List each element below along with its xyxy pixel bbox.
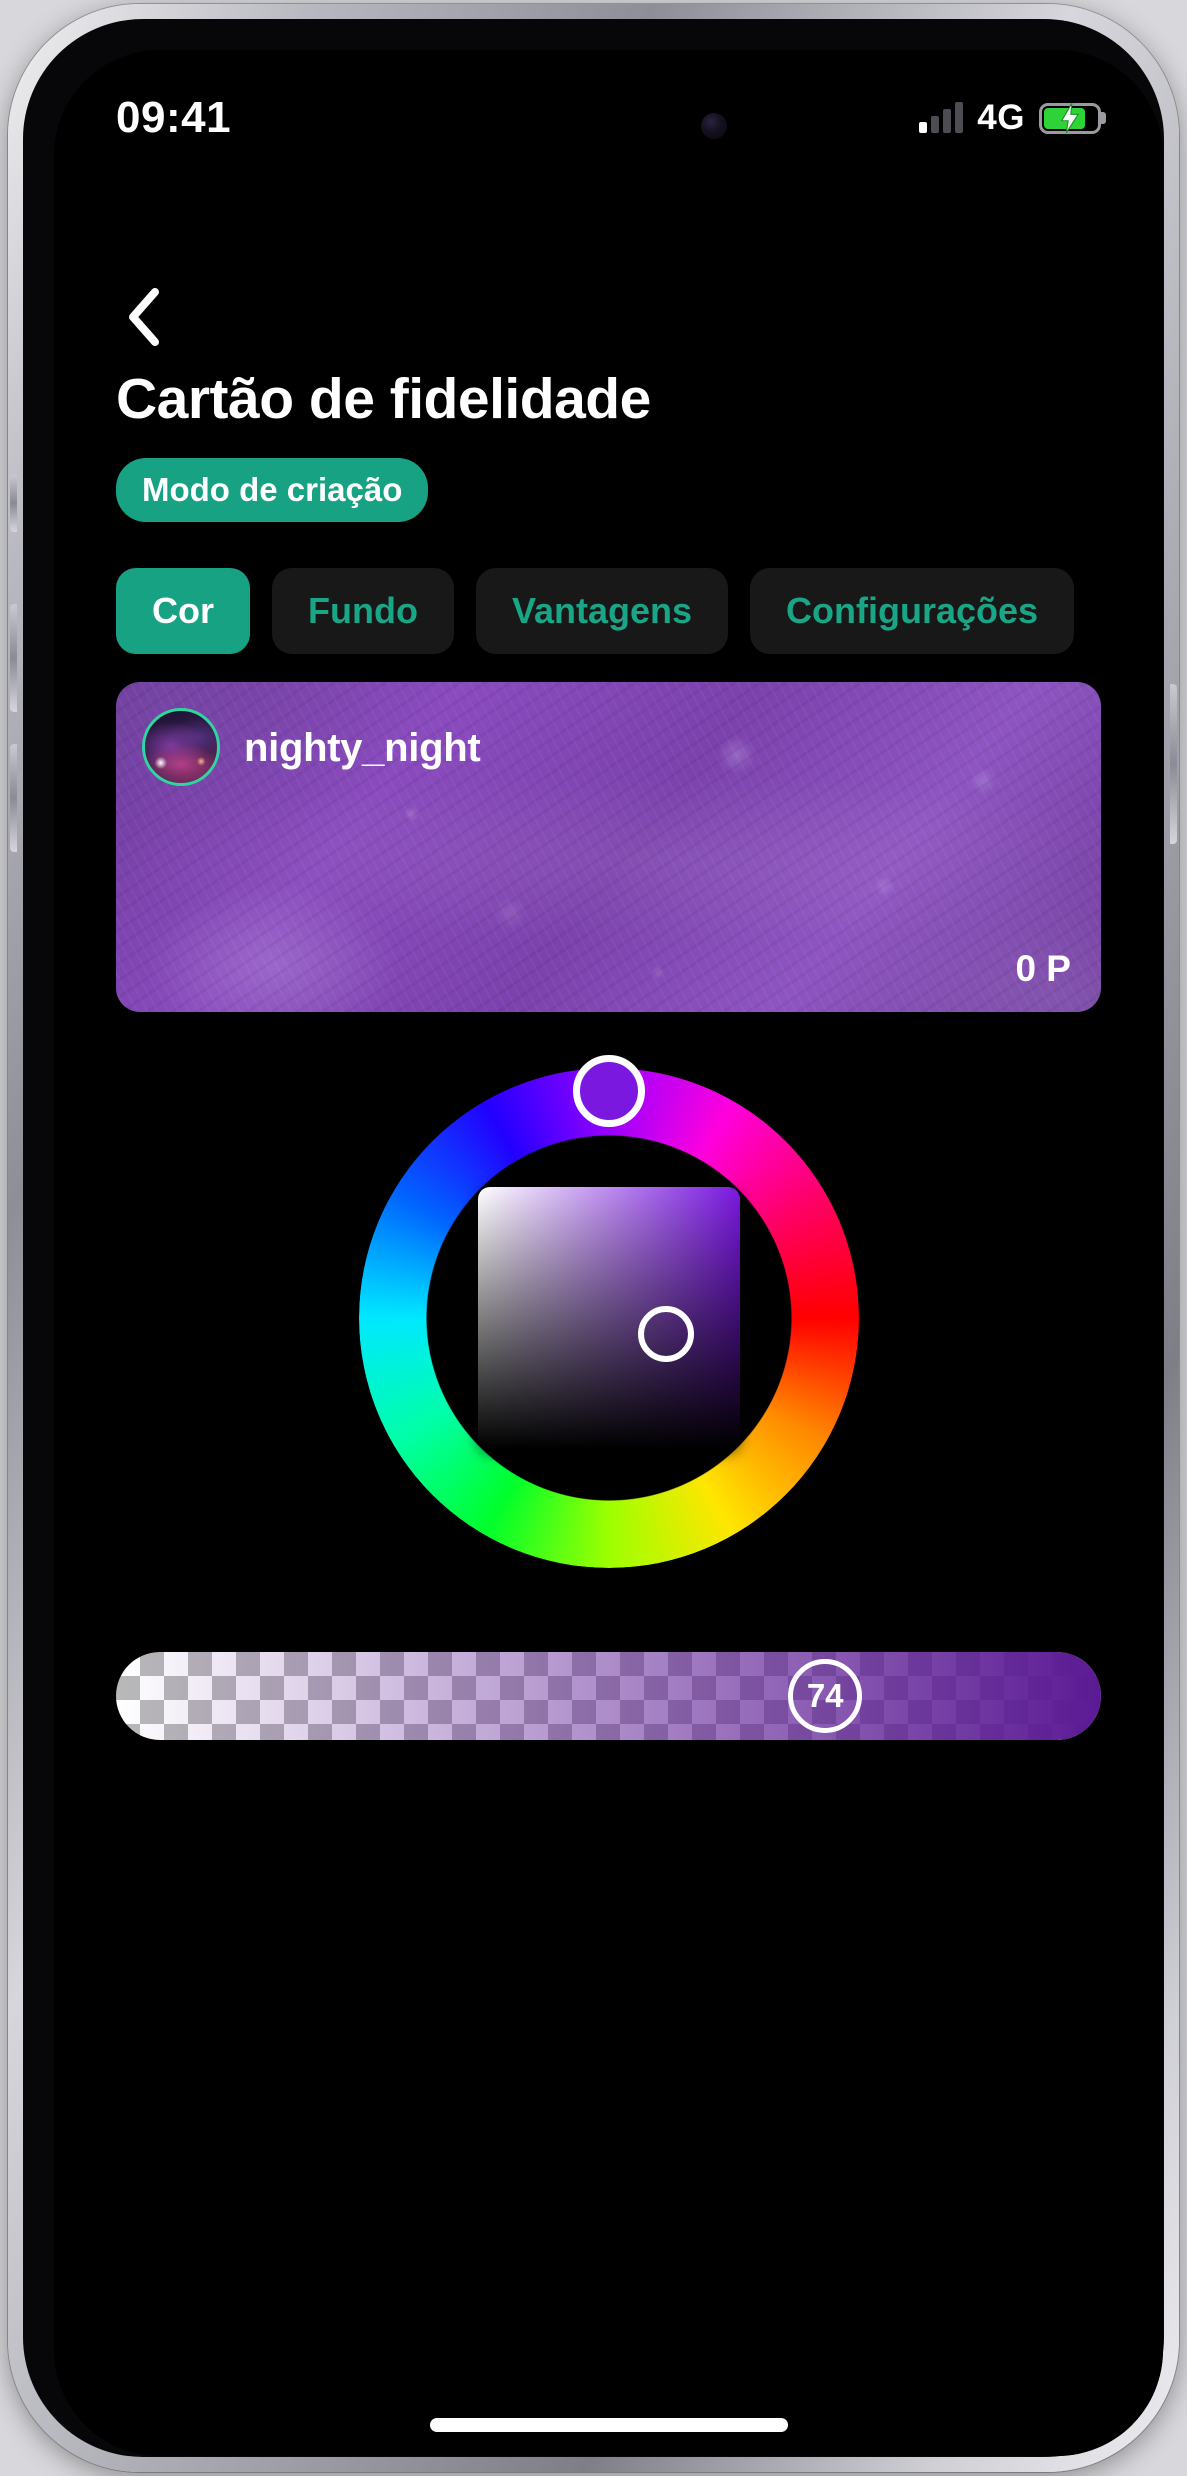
card-highlight [116, 761, 1101, 960]
saturation-value-cursor[interactable] [638, 1305, 695, 1362]
silent-switch[interactable] [10, 474, 17, 532]
tab-bar: Cor Fundo Vantagens Configurações [116, 568, 1075, 654]
power-button[interactable] [1170, 684, 1177, 844]
tab-configuracoes[interactable]: Configurações [750, 568, 1075, 654]
saturation-value-square[interactable] [477, 1187, 740, 1449]
volume-up-button[interactable] [10, 604, 17, 712]
card-points: 0 P [1015, 948, 1071, 989]
alpha-slider-thumb[interactable]: 74 [788, 1659, 863, 1733]
app-root: 09:41 4G Cartão de fidelidade Modo de cr… [54, 50, 1163, 2456]
alpha-slider[interactable]: 74 [116, 1652, 1101, 1740]
status-bar-indicators: 4G [919, 98, 1101, 138]
loyalty-card-preview[interactable]: nighty_night 0 P [116, 682, 1101, 1012]
chevron-left-icon [129, 288, 159, 346]
main-content: Cartão de fidelidade Modo de criação Cor… [54, 168, 1163, 2456]
tab-fundo[interactable]: Fundo [272, 568, 454, 654]
hue-handle[interactable] [572, 1055, 645, 1127]
battery-charging-icon [1039, 102, 1101, 134]
tab-cor[interactable]: Cor [116, 568, 250, 654]
phone-bezel: 09:41 4G Cartão de fidelidade Modo de cr… [23, 19, 1164, 2457]
phone-screen: 09:41 4G Cartão de fidelidade Modo de cr… [54, 50, 1163, 2456]
cellular-signal-icon [919, 102, 964, 133]
alpha-gradient-track [116, 1652, 1101, 1740]
status-badge: Modo de criação [116, 458, 429, 522]
network-type-label: 4G [977, 98, 1025, 137]
dynamic-island [463, 83, 754, 168]
charging-bolt-icon [1060, 103, 1080, 133]
home-indicator[interactable] [429, 2418, 788, 2432]
avatar [142, 708, 220, 786]
card-username: nighty_night [244, 726, 481, 770]
front-camera-icon [700, 112, 727, 139]
back-button[interactable] [114, 286, 176, 348]
color-picker[interactable] [358, 1055, 859, 1568]
tab-vantagens[interactable]: Vantagens [475, 568, 729, 654]
status-bar-clock: 09:41 [116, 93, 232, 142]
page-title: Cartão de fidelidade [116, 367, 651, 431]
volume-down-button[interactable] [10, 744, 17, 852]
phone-frame: 09:41 4G Cartão de fidelidade Modo de cr… [8, 4, 1179, 2472]
